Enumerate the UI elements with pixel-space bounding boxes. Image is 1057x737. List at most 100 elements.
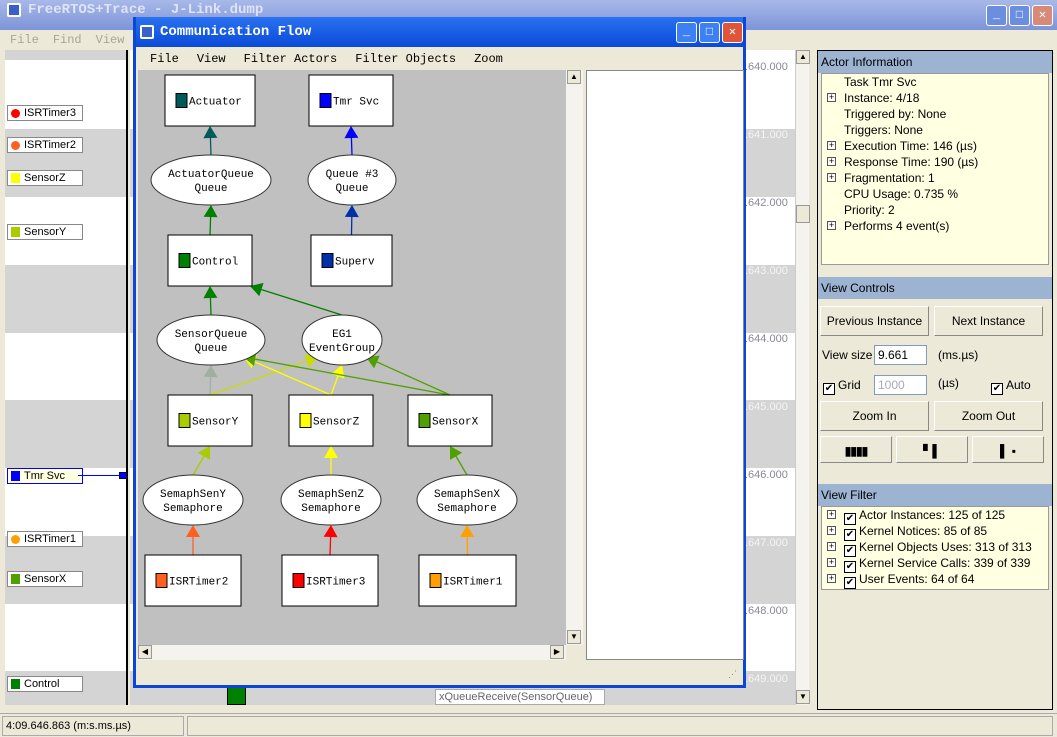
trace-event-label: xQueueReceive(SensorQueue): [435, 689, 605, 705]
close-button[interactable]: ✕: [1032, 5, 1053, 26]
tree-item[interactable]: Triggers: None: [822, 122, 1048, 138]
tree-item[interactable]: CPU Usage: 0.735 %: [822, 186, 1048, 202]
actor-label[interactable]: SensorZ: [7, 170, 83, 186]
expand-icon[interactable]: +: [827, 157, 836, 166]
task-node[interactable]: Tmr Svc: [308, 74, 394, 127]
grid-input[interactable]: 1000: [874, 375, 927, 395]
actor-label[interactable]: ISRTimer2: [7, 137, 83, 153]
graph-vertical-scrollbar[interactable]: ▲ ▼: [566, 70, 583, 645]
tree-item[interactable]: Priority: 2: [822, 202, 1048, 218]
tree-item[interactable]: + ✔ Kernel Service Calls: 339 of 339: [822, 555, 1048, 573]
task-node[interactable]: SensorZ: [288, 394, 374, 447]
expand-icon[interactable]: +: [827, 221, 836, 230]
flow-edge: [243, 355, 332, 396]
tree-item[interactable]: + ✔ Kernel Notices: 85 of 85: [822, 523, 1048, 541]
expand-icon[interactable]: +: [827, 558, 836, 567]
next-instance-button[interactable]: Next Instance: [934, 306, 1043, 336]
object-node[interactable]: EG1 EventGroup: [301, 314, 383, 366]
actor-label[interactable]: SensorX: [7, 571, 83, 587]
dialog-minimize-button[interactable]: _: [676, 22, 697, 43]
graph-scroll-left[interactable]: ◀: [138, 645, 152, 659]
actor-label[interactable]: Tmr Svc: [7, 468, 83, 484]
actor-label[interactable]: SensorY: [7, 224, 83, 240]
flow-edge: [344, 205, 359, 236]
object-node[interactable]: SemaphSenZ Semaphore: [280, 474, 382, 526]
minimize-button[interactable]: _: [986, 5, 1007, 26]
dialog-menu-file[interactable]: File: [150, 52, 179, 66]
graph-scroll-down[interactable]: ▼: [567, 630, 581, 644]
previous-instance-button[interactable]: Previous Instance: [820, 306, 929, 336]
tree-item[interactable]: + ✔ User Events: 64 of 64: [822, 571, 1048, 589]
task-node[interactable]: ISRTimer1: [418, 554, 517, 607]
resize-grip-icon[interactable]: ⋰: [728, 669, 737, 680]
dialog-menu-filter-actors[interactable]: Filter Actors: [244, 52, 338, 66]
layout-compact-button[interactable]: ▮▮▮▮: [820, 436, 892, 463]
graph-scroll-right[interactable]: ▶: [550, 645, 564, 659]
dialog-menu-view[interactable]: View: [197, 52, 226, 66]
object-node[interactable]: SemaphSenX Semaphore: [416, 474, 518, 526]
tree-item[interactable]: Task Tmr Svc: [822, 74, 1048, 90]
object-node[interactable]: ActuatorQueue Queue: [150, 154, 272, 206]
expand-icon[interactable]: +: [827, 526, 836, 535]
zoom-out-button[interactable]: Zoom Out: [934, 401, 1043, 431]
task-node[interactable]: SensorX: [407, 394, 493, 447]
view-size-input[interactable]: 9.661: [874, 345, 927, 365]
scroll-down-button[interactable]: ▼: [796, 690, 810, 704]
trace-vertical-scrollbar[interactable]: ▲ ▼: [795, 50, 810, 705]
scroll-up-button[interactable]: ▲: [796, 50, 810, 64]
expand-icon[interactable]: +: [827, 93, 836, 102]
task-node[interactable]: Actuator: [164, 74, 256, 127]
tree-item[interactable]: + Fragmentation: 1: [822, 170, 1048, 186]
tree-item[interactable]: + ✔ Actor Instances: 125 of 125: [822, 507, 1048, 525]
actor-label[interactable]: ISRTimer1: [7, 531, 83, 547]
tree-item[interactable]: + Performs 4 event(s): [822, 218, 1048, 234]
flow-graph-canvas[interactable]: Actuator Tmr Svc ActuatorQueue Queue Queue #…: [138, 70, 566, 645]
expand-icon[interactable]: +: [827, 574, 836, 583]
menu-file[interactable]: File: [10, 33, 39, 47]
task-node[interactable]: Superv: [310, 234, 393, 287]
filter-checkbox[interactable]: ✔: [844, 577, 856, 589]
task-node[interactable]: SensorY: [167, 394, 253, 447]
object-node[interactable]: Queue #3 Queue: [307, 154, 397, 206]
expand-icon[interactable]: +: [827, 510, 836, 519]
grid-checkbox[interactable]: ✔ Grid: [823, 378, 861, 395]
dialog-close-button[interactable]: ✕: [722, 22, 743, 43]
menu-view[interactable]: View: [96, 33, 125, 47]
menu-find[interactable]: Find: [53, 33, 82, 47]
tree-item[interactable]: + ✔ Kernel Objects Uses: 313 of 313: [822, 539, 1048, 557]
timestamp-label: .642.000: [745, 197, 788, 209]
object-node[interactable]: SemaphSenY Semaphore: [142, 474, 244, 526]
graph-horizontal-scrollbar[interactable]: ◀ ▶: [138, 645, 566, 660]
layout-medium-button[interactable]: ▘▌: [896, 436, 968, 463]
graph-scroll-up[interactable]: ▲: [567, 70, 581, 84]
maximize-button[interactable]: □: [1009, 5, 1030, 26]
tree-item[interactable]: + Instance: 4/18: [822, 90, 1048, 106]
tree-item[interactable]: + Execution Time: 146 (µs): [822, 138, 1048, 154]
control-instance-block[interactable]: [227, 686, 246, 705]
tree-item[interactable]: + Response Time: 190 (µs): [822, 154, 1048, 170]
main-window-title: FreeRTOS+Trace - J-Link.dump: [28, 2, 264, 18]
flow-edge: [323, 525, 338, 556]
task-node[interactable]: ISRTimer3: [281, 554, 379, 607]
node-label: SensorZ: [313, 417, 360, 429]
expand-icon[interactable]: +: [827, 542, 836, 551]
dialog-menu-filter-objects[interactable]: Filter Objects: [355, 52, 456, 66]
actor-name: Control: [24, 678, 60, 690]
actor-label[interactable]: Control: [7, 676, 83, 692]
zoom-in-button[interactable]: Zoom In: [820, 401, 929, 431]
layout-wide-button[interactable]: ▌ ▪: [972, 436, 1044, 463]
dialog-menu-zoom[interactable]: Zoom: [474, 52, 503, 66]
object-node[interactable]: SensorQueue Queue: [156, 314, 266, 366]
actor-label[interactable]: ISRTimer3: [7, 105, 83, 121]
tree-item-text: Kernel Service Calls: 339 of 339: [859, 556, 1031, 570]
dialog-maximize-button[interactable]: □: [699, 22, 720, 43]
scroll-thumb[interactable]: [796, 205, 810, 223]
task-node[interactable]: Control: [167, 234, 253, 287]
isr-dot-icon: [11, 109, 20, 118]
tree-item[interactable]: Triggered by: None: [822, 106, 1048, 122]
auto-checkbox[interactable]: ✔ Auto: [991, 378, 1031, 395]
tmr-svc-instance-marker[interactable]: [119, 472, 127, 479]
expand-icon[interactable]: +: [827, 173, 836, 182]
expand-icon[interactable]: +: [827, 141, 836, 150]
task-node[interactable]: ISRTimer2: [144, 554, 242, 607]
